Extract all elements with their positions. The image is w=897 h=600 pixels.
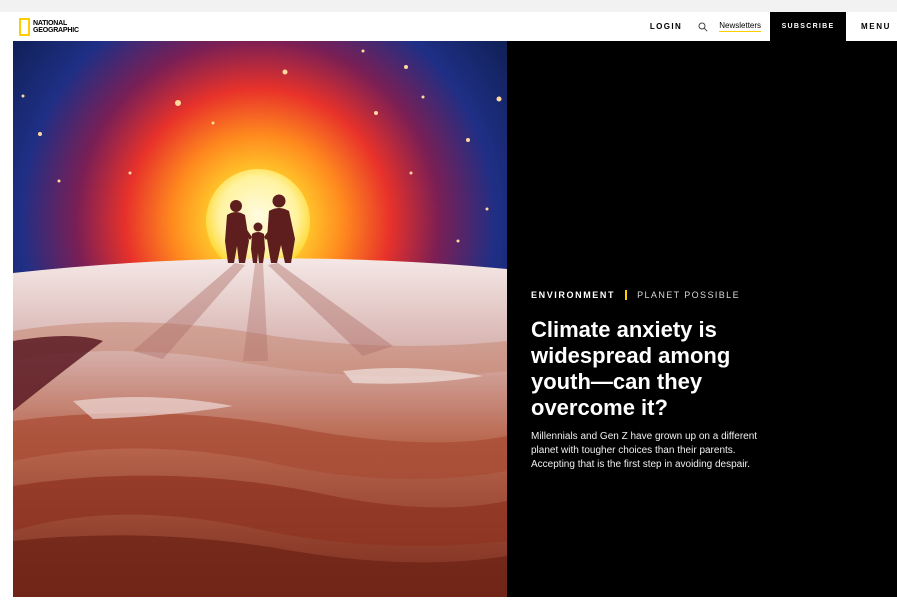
natgeo-logo[interactable]: NATIONAL GEOGRAPHIC [19,15,79,39]
browser-top-strip [0,0,897,12]
logo-line-2: GEOGRAPHIC [33,26,79,34]
yellow-border-logo-icon [19,17,30,36]
header-nav: LOGIN Newsletters SUBSCRIBE MENU [650,12,897,41]
article-headline[interactable]: Climate anxiety is widespread among yout… [531,317,766,421]
kicker-separator [625,290,628,300]
subcategory-link[interactable]: PLANET POSSIBLE [637,290,740,300]
hero-section: ENVIRONMENT PLANET POSSIBLE Climate anxi… [13,41,897,597]
menu-button[interactable]: MENU [861,22,891,31]
article-dek: Millennials and Gen Z have grown up on a… [531,431,758,470]
subscribe-button[interactable]: SUBSCRIBE [770,12,847,41]
hero-article-text: ENVIRONMENT PLANET POSSIBLE Climate anxi… [531,290,781,472]
login-link[interactable]: LOGIN [650,22,682,31]
search-icon[interactable] [698,22,708,32]
hero-illustration[interactable] [13,41,507,597]
newsletters-link[interactable]: Newsletters [719,21,762,32]
logo-wordmark: NATIONAL GEOGRAPHIC [33,20,79,34]
category-link[interactable]: ENVIRONMENT [531,290,615,300]
article-kicker: ENVIRONMENT PLANET POSSIBLE [531,290,781,300]
logo-line-1: NATIONAL [33,19,68,27]
site-header: NATIONAL GEOGRAPHIC LOGIN Newsletters SU… [13,12,897,41]
